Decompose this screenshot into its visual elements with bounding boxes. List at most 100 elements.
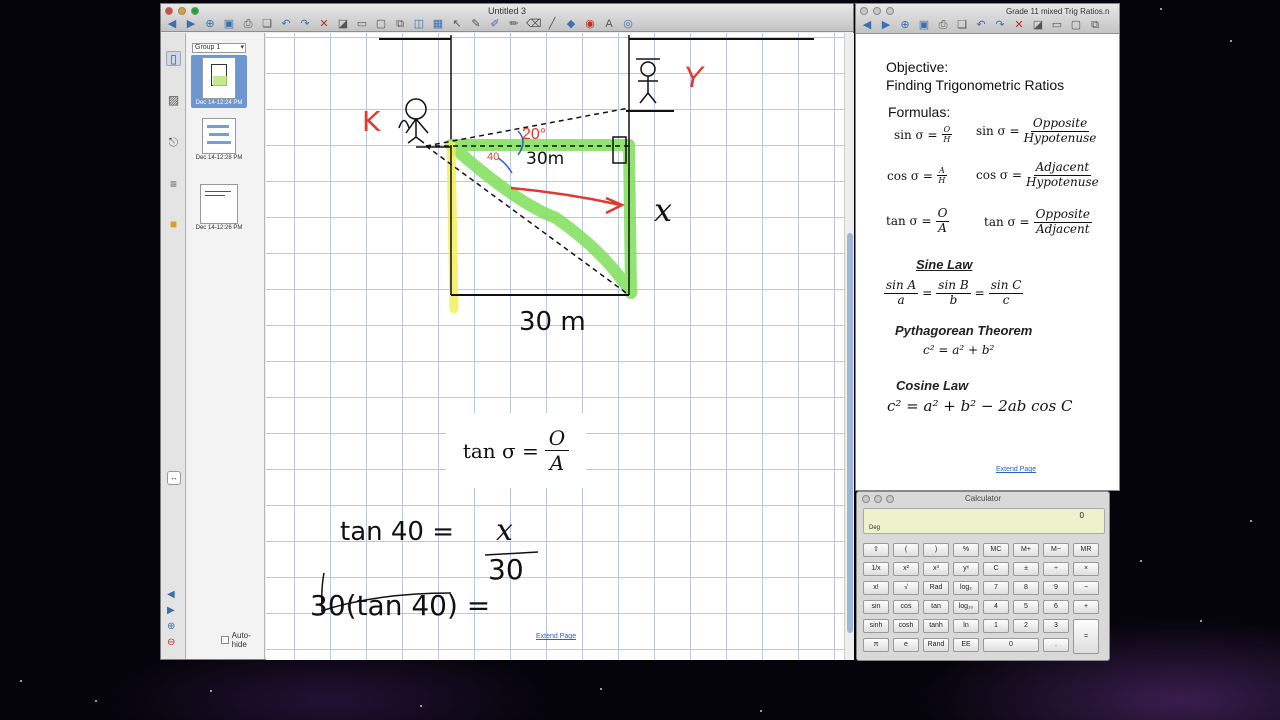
calc-key[interactable]: =: [1073, 619, 1099, 654]
calc-key[interactable]: EE: [953, 638, 979, 652]
previous-page-icon[interactable]: ◀: [860, 18, 874, 32]
next-page-icon[interactable]: ▶: [184, 17, 198, 31]
formulas-page[interactable]: Objective: Finding Trigonometric Ratios …: [856, 35, 1119, 490]
eraser-icon[interactable]: ⌫: [526, 17, 542, 31]
calc-key[interactable]: M−: [1043, 543, 1069, 557]
calc-key[interactable]: 6: [1043, 600, 1069, 614]
previous-page-icon[interactable]: ◀: [165, 17, 179, 31]
calc-key[interactable]: 3: [1043, 619, 1069, 633]
previous-page-arrow-icon[interactable]: ◀: [167, 589, 181, 605]
pen-tool-icon[interactable]: ✎: [469, 17, 483, 31]
add-page-icon[interactable]: ⊕: [203, 17, 217, 31]
redo-icon[interactable]: ↷: [993, 18, 1007, 32]
resize-handle-icon[interactable]: ↔: [167, 471, 181, 485]
calc-key[interactable]: 1/x: [863, 562, 889, 576]
calc-key[interactable]: 5: [1013, 600, 1039, 614]
full-screen-icon[interactable]: ▭: [1050, 18, 1064, 32]
calc-key[interactable]: ⇧: [863, 543, 889, 557]
attachments-tab-icon[interactable]: ⎋: [166, 135, 181, 150]
save-icon[interactable]: ▣: [917, 18, 931, 32]
calc-key[interactable]: √: [893, 581, 919, 595]
display-icon[interactable]: ▢: [374, 17, 388, 31]
calc-key[interactable]: −: [1073, 581, 1099, 595]
calc-key[interactable]: +: [1073, 600, 1099, 614]
line-tool-icon[interactable]: ╱: [545, 17, 559, 31]
properties-tab-icon[interactable]: ≡: [166, 177, 181, 192]
formulas-minimize-button[interactable]: [873, 7, 881, 15]
autohide-checkbox[interactable]: Auto-hide: [221, 631, 264, 649]
calc-key[interactable]: x!: [863, 581, 889, 595]
calc-key[interactable]: cosh: [893, 619, 919, 633]
calc-key[interactable]: 2: [1013, 619, 1039, 633]
save-icon[interactable]: ▣: [222, 17, 236, 31]
undo-icon[interactable]: ↶: [974, 18, 988, 32]
calc-key[interactable]: Rad: [923, 581, 949, 595]
calc-key[interactable]: ): [923, 543, 949, 557]
add-page-icon[interactable]: ⊕: [898, 18, 912, 32]
undo-icon[interactable]: ↶: [279, 17, 293, 31]
calc-key[interactable]: ÷: [1043, 562, 1069, 576]
calc-key[interactable]: ±: [1013, 562, 1039, 576]
calc-key[interactable]: 1: [983, 619, 1009, 633]
tan-formula-box[interactable]: tan σ = O A: [446, 413, 586, 488]
page-thumbnail-2[interactable]: Dec 14-12:28 PM: [191, 118, 247, 161]
calc-key[interactable]: π: [863, 638, 889, 652]
calc-key[interactable]: x³: [923, 562, 949, 576]
calc-key[interactable]: sinh: [863, 619, 889, 633]
formulas-extend-page-link[interactable]: Extend Page: [996, 466, 1036, 473]
capture-icon[interactable]: ⧉: [1088, 18, 1102, 32]
page-sorter-tab-icon[interactable]: ▯: [166, 51, 181, 66]
calc-key[interactable]: ×: [1073, 562, 1099, 576]
group-select[interactable]: Group 1 ▾: [192, 43, 246, 53]
formulas-zoom-button[interactable]: [886, 7, 894, 15]
full-screen-icon[interactable]: ▭: [355, 17, 369, 31]
calc-key[interactable]: .: [1043, 638, 1069, 652]
scrollbar-thumb[interactable]: [847, 233, 853, 633]
calc-key[interactable]: 9: [1043, 581, 1069, 595]
redo-icon[interactable]: ↷: [298, 17, 312, 31]
calc-key[interactable]: 8: [1013, 581, 1039, 595]
calc-key[interactable]: MC: [983, 543, 1009, 557]
page-thumbnail-3[interactable]: Dec 14-12:26 PM: [191, 184, 247, 231]
shape-tool-icon[interactable]: ◆: [564, 17, 578, 31]
print-icon[interactable]: ⎙: [241, 17, 255, 31]
screen-shade-icon[interactable]: ◪: [336, 17, 350, 31]
print-icon[interactable]: ⎙: [936, 18, 950, 32]
next-page-icon[interactable]: ▶: [879, 18, 893, 32]
gallery-tab-icon[interactable]: ▨: [166, 93, 181, 108]
display-icon[interactable]: ▢: [1069, 18, 1083, 32]
delete-page-small-icon[interactable]: ⊖: [167, 637, 181, 653]
calc-key[interactable]: 7: [983, 581, 1009, 595]
highlighter-icon[interactable]: ✏: [507, 17, 521, 31]
creative-pen-icon[interactable]: ✐: [488, 17, 502, 31]
calc-key[interactable]: C: [983, 562, 1009, 576]
insert-table-icon[interactable]: ▦: [431, 17, 445, 31]
canvas-scrollbar[interactable]: [844, 33, 854, 660]
select-tool-icon[interactable]: ↖: [450, 17, 464, 31]
calc-key[interactable]: tanh: [923, 619, 949, 633]
next-page-arrow-icon[interactable]: ▶: [167, 605, 181, 621]
calc-key[interactable]: log₂: [953, 581, 979, 595]
calc-key[interactable]: MR: [1073, 543, 1099, 557]
notebook-canvas[interactable]: K Y x 20° 40 30m 30 m tan σ = O A tan 40…: [266, 33, 844, 660]
paste-icon[interactable]: ❏: [955, 18, 969, 32]
fill-tool-icon[interactable]: ◉: [583, 17, 597, 31]
addons-tab-icon[interactable]: ■: [166, 217, 181, 232]
calc-key[interactable]: yˣ: [953, 562, 979, 576]
calc-key[interactable]: sin: [863, 600, 889, 614]
add-page-small-icon[interactable]: ⊕: [167, 621, 181, 637]
capture-icon[interactable]: ⧉: [393, 17, 407, 31]
document-camera-icon[interactable]: ◫: [412, 17, 426, 31]
magic-pen-icon[interactable]: ◎: [621, 17, 635, 31]
calc-key[interactable]: M+: [1013, 543, 1039, 557]
delete-icon[interactable]: ✕: [1012, 18, 1026, 32]
calc-key[interactable]: 4: [983, 600, 1009, 614]
calc-key[interactable]: log₁₀: [953, 600, 979, 614]
delete-icon[interactable]: ✕: [317, 17, 331, 31]
calc-key[interactable]: x²: [893, 562, 919, 576]
formulas-close-button[interactable]: [860, 7, 868, 15]
screen-shade-icon[interactable]: ◪: [1031, 18, 1045, 32]
calc-key[interactable]: cos: [893, 600, 919, 614]
calc-key[interactable]: (: [893, 543, 919, 557]
calc-key[interactable]: 0: [983, 638, 1039, 652]
